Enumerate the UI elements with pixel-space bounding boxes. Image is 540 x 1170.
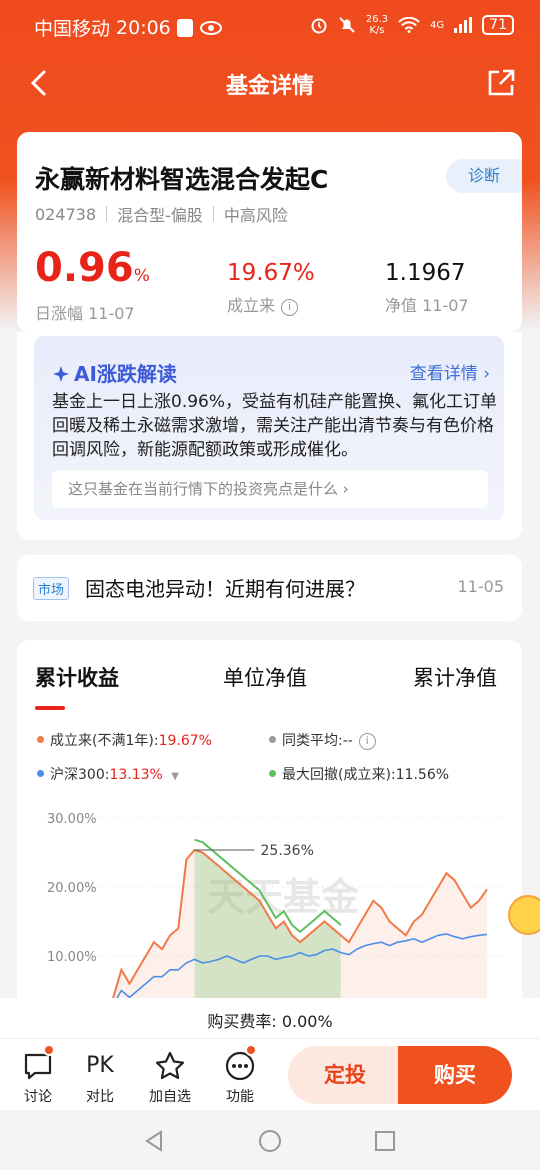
- divider: [106, 206, 108, 222]
- star-icon: [155, 1051, 185, 1080]
- legend-fund: 成立来(不满1年):19.67%: [37, 730, 212, 750]
- nav-bar: 基金详情: [0, 52, 540, 116]
- news-date: 11-05: [457, 577, 505, 596]
- fund-summary-card: 永赢新材料智选混合发起C 诊断 024738 混合型-偏股 中高风险 0.96%…: [17, 132, 522, 332]
- legend-dot-index: [37, 770, 44, 777]
- fund-type: 混合型-偏股: [117, 206, 203, 225]
- mascot-icon[interactable]: [508, 895, 540, 935]
- divider: [212, 206, 214, 222]
- home-circle-icon[interactable]: [258, 1129, 282, 1153]
- y-tick-label: 20.00%: [47, 881, 97, 896]
- since-inception-metric: 19.67% 成立来 i: [227, 256, 315, 316]
- app-notification-icon: [176, 18, 193, 37]
- compare-button[interactable]: PK 对比: [75, 1050, 125, 1106]
- legend-drawdown: 最大回撤(成立来):11.56%: [269, 764, 449, 784]
- ai-analysis-card: AI涨跌解读 查看详情 › 基金上一日上涨0.96%，受益有机硅产能置换、氟化工…: [17, 332, 522, 540]
- notification-dot: [245, 1044, 257, 1056]
- diagnose-button[interactable]: 诊断: [446, 159, 522, 193]
- add-watchlist-button[interactable]: 加自选: [145, 1050, 195, 1106]
- fund-name: 永赢新材料智选混合发起C: [35, 165, 329, 194]
- signal-type: 4G: [430, 19, 445, 31]
- info-icon[interactable]: i: [281, 299, 299, 316]
- tab-cumulative-return[interactable]: 累计收益: [35, 662, 119, 692]
- legend-dot-fund: [37, 736, 44, 743]
- daily-change-unit: %: [133, 266, 150, 286]
- chart-tabs: 累计收益 单位净值 累计净值: [17, 662, 522, 710]
- buy-button[interactable]: 购买: [398, 1046, 512, 1104]
- performance-chart[interactable]: 30.00%20.00%10.00%天天基金25.36%: [17, 800, 522, 1000]
- peak-annotation-label: 25.36%: [261, 843, 314, 859]
- chevron-right-icon: ›: [483, 364, 490, 384]
- ai-suggested-question[interactable]: 这只基金在当前行情下的投资亮点是什么 ›: [52, 470, 488, 508]
- legend-dot-drawdown: [269, 770, 276, 777]
- divider: [0, 1038, 540, 1039]
- eye-icon: [199, 20, 222, 35]
- news-card[interactable]: 市场 固态电池异动！近期有何进展？ 11-05: [17, 555, 522, 621]
- status-bar: 中国移动 20:06 26.3 K/s 4G 71: [0, 0, 540, 52]
- legend-peer: 同类平均:-- i: [269, 730, 376, 750]
- sip-button[interactable]: 定投: [288, 1046, 402, 1104]
- fund-tags: 024738 混合型-偏股 中高风险: [35, 202, 288, 226]
- discuss-label: 讨论: [24, 1089, 52, 1105]
- carrier: 中国移动: [34, 18, 111, 40]
- since-inception-label: 成立来: [227, 296, 276, 315]
- nav-value: 1.1967: [385, 260, 466, 286]
- notification-dot: [43, 1044, 55, 1056]
- active-tab-indicator: [35, 706, 65, 710]
- purchase-fee: 购买费率: 0.00%: [207, 1012, 333, 1031]
- daily-change-metric: 0.96% 日涨幅 11-07: [35, 246, 150, 324]
- bottom-action-bar: 购买费率: 0.00% 讨论 PK 对比 加自选 功能 定投 购买: [0, 998, 540, 1110]
- y-tick-label: 30.00%: [47, 812, 97, 827]
- legend-dot-peer: [269, 736, 276, 743]
- y-tick-label: 10.00%: [47, 950, 97, 965]
- compare-label: 对比: [86, 1089, 114, 1105]
- dropdown-icon: ▼: [171, 771, 179, 782]
- alarm-icon: [311, 18, 327, 34]
- legend-index[interactable]: 沪深300:13.13% ▼: [37, 764, 179, 784]
- info-icon[interactable]: i: [358, 733, 376, 750]
- nav-label: 净值 11-07: [385, 296, 469, 315]
- daily-change-value: 0.96: [35, 245, 134, 291]
- share-icon[interactable]: [486, 68, 516, 98]
- battery-indicator: 71: [482, 15, 514, 35]
- since-inception-value: 19.67%: [227, 260, 315, 286]
- fund-risk: 中高风险: [223, 206, 288, 225]
- wifi-icon: [398, 17, 420, 33]
- sparkle-icon: [53, 366, 69, 382]
- ai-analysis-text: 基金上一日上涨0.96%，受益有机硅产能置换、氟化工订单回暖及稀土永磁需求激增，…: [52, 392, 498, 460]
- fund-code: 024738: [35, 204, 97, 224]
- clock: 20:06: [116, 16, 171, 39]
- discuss-button[interactable]: 讨论: [13, 1044, 63, 1106]
- ai-analysis-box: AI涨跌解读 查看详情 › 基金上一日上涨0.96%，受益有机硅产能置换、氟化工…: [34, 336, 504, 520]
- chevron-right-icon: ›: [342, 480, 349, 498]
- news-title: 固态电池异动！近期有何进展？: [85, 577, 365, 601]
- page-title: 基金详情: [225, 74, 314, 99]
- tab-unit-nav[interactable]: 单位净值: [223, 662, 307, 692]
- performance-chart-card: 累计收益 单位净值 累计净值 成立来(不满1年):19.67% 同类平均:-- i…: [17, 640, 522, 1060]
- add-watchlist-label: 加自选: [149, 1089, 191, 1105]
- ai-view-details-link[interactable]: 查看详情 ›: [410, 359, 490, 384]
- nav-metric: 1.1967 净值 11-07: [385, 256, 469, 316]
- recents-square-icon[interactable]: [374, 1130, 396, 1152]
- back-triangle-icon[interactable]: [143, 1130, 165, 1152]
- functions-label: 功能: [226, 1089, 254, 1105]
- pk-icon: PK: [86, 1053, 114, 1078]
- system-nav-bar: [0, 1110, 540, 1170]
- ai-title: AI涨跌解读: [52, 358, 177, 387]
- daily-change-label: 日涨幅 11-07: [35, 304, 135, 323]
- tab-cumulative-nav[interactable]: 累计净值: [413, 662, 497, 692]
- news-tag: 市场: [33, 577, 70, 600]
- signal-icon: [454, 17, 473, 33]
- mute-icon: [339, 17, 355, 33]
- functions-button[interactable]: 功能: [215, 1044, 265, 1106]
- net-speed: 26.3 K/s: [365, 14, 389, 36]
